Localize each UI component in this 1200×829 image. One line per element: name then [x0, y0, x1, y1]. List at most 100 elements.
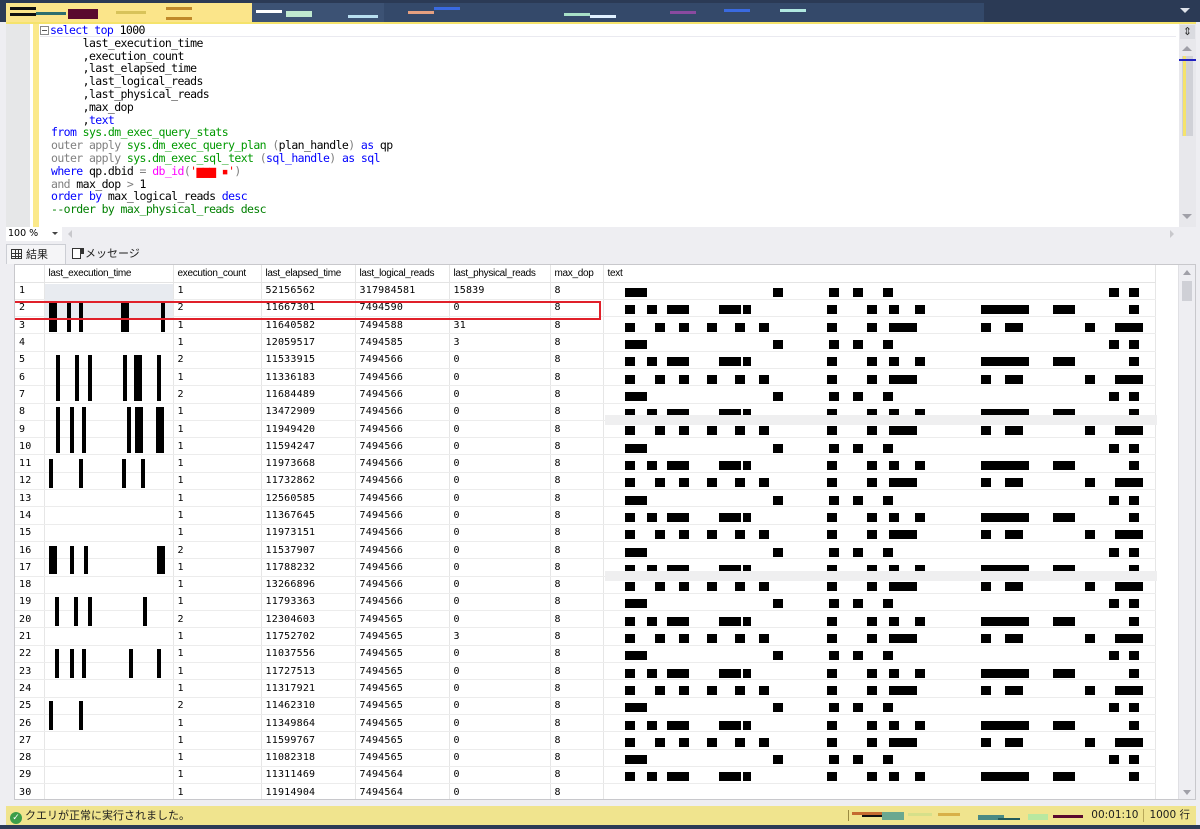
cell-max-dop[interactable]: 8	[550, 472, 604, 491]
scroll-down-icon[interactable]	[1182, 214, 1192, 219]
cell-last-elapsed-time[interactable]: 11752702	[261, 627, 356, 646]
cell-last-physical-reads[interactable]: 0	[449, 351, 551, 369]
row-number[interactable]: 10	[15, 437, 45, 456]
cell-last-logical-reads[interactable]: 7494566	[355, 472, 450, 491]
cell-execution-count[interactable]: 1	[173, 489, 262, 508]
cell-last-logical-reads[interactable]: 7494565	[355, 662, 450, 681]
cell-last-logical-reads[interactable]: 7494565	[355, 627, 450, 646]
cell-last-elapsed-time[interactable]: 11788232	[261, 558, 356, 577]
cell-last-elapsed-time[interactable]: 11727513	[261, 662, 356, 681]
sql-code[interactable]: select top 1000 last_execution_time ,exe…	[40, 24, 1176, 216]
cell-max-dop[interactable]: 8	[550, 714, 604, 733]
cell-last-elapsed-time[interactable]: 11037556	[261, 645, 356, 664]
cell-last-execution-time[interactable]	[44, 576, 174, 594]
cell-max-dop[interactable]: 8	[550, 385, 604, 404]
cell-text[interactable]	[603, 437, 1156, 456]
cell-text[interactable]	[603, 333, 1156, 352]
cell-last-physical-reads[interactable]: 0	[449, 524, 551, 542]
cell-last-elapsed-time[interactable]: 11367645	[261, 506, 356, 525]
cell-max-dop[interactable]: 8	[550, 403, 604, 421]
cell-last-elapsed-time[interactable]: 52156562	[261, 282, 356, 300]
cell-last-elapsed-time[interactable]: 12059517	[261, 333, 356, 352]
cell-last-physical-reads[interactable]: 15839	[449, 282, 551, 300]
cell-execution-count[interactable]: 1	[173, 783, 262, 799]
row-number[interactable]: 5	[15, 351, 45, 369]
column-header-text[interactable]: text	[603, 265, 1156, 283]
cell-last-execution-time[interactable]	[44, 333, 174, 352]
cell-max-dop[interactable]: 8	[550, 541, 604, 560]
cell-execution-count[interactable]: 2	[173, 541, 262, 560]
cell-execution-count[interactable]: 1	[173, 662, 262, 681]
cell-last-logical-reads[interactable]: 7494566	[355, 385, 450, 404]
cell-text[interactable]	[603, 541, 1156, 560]
cell-execution-count[interactable]: 1	[173, 282, 262, 300]
cell-max-dop[interactable]: 8	[550, 662, 604, 681]
cell-text[interactable]	[603, 385, 1156, 404]
cell-last-execution-time[interactable]	[44, 697, 174, 715]
cell-last-physical-reads[interactable]: 0	[449, 299, 551, 318]
row-number[interactable]: 17	[15, 558, 45, 577]
cell-last-physical-reads[interactable]: 0	[449, 749, 551, 767]
column-header-last-elapsed-time[interactable]: last_elapsed_time	[261, 265, 356, 283]
cell-last-physical-reads[interactable]: 0	[449, 420, 551, 439]
cell-last-logical-reads[interactable]: 7494566	[355, 541, 450, 560]
table-row[interactable]: 30 1 11914904 7494564 0 8	[15, 783, 1156, 799]
cell-last-elapsed-time[interactable]: 11949420	[261, 420, 356, 439]
table-row[interactable]: 4 1 12059517 7494585 3 8	[15, 333, 1156, 352]
cell-last-elapsed-time[interactable]: 11317921	[261, 679, 356, 698]
cell-last-execution-time[interactable]	[44, 541, 174, 560]
cell-last-logical-reads[interactable]: 7494566	[355, 437, 450, 456]
column-header-max-dop[interactable]: max_dop	[550, 265, 604, 283]
cell-execution-count[interactable]: 1	[173, 403, 262, 421]
cell-text[interactable]	[603, 697, 1156, 715]
table-row[interactable]: 25 2 11462310 7494565 0 8	[15, 697, 1156, 715]
cell-execution-count[interactable]: 1	[173, 437, 262, 456]
table-row[interactable]: 7 2 11684489 7494566 0 8	[15, 385, 1156, 404]
cell-max-dop[interactable]: 8	[550, 645, 604, 664]
cell-last-elapsed-time[interactable]: 11914904	[261, 783, 356, 799]
row-number[interactable]: 27	[15, 731, 45, 750]
cell-last-execution-time[interactable]	[44, 593, 174, 612]
table-row[interactable]: 16 2 11537907 7494566 0 8	[15, 541, 1156, 560]
cell-text[interactable]	[603, 749, 1156, 767]
cell-last-logical-reads[interactable]: 7494565	[355, 697, 450, 715]
cell-last-physical-reads[interactable]: 0	[449, 783, 551, 799]
column-header-last-physical-reads[interactable]: last_physical_reads	[449, 265, 551, 283]
cell-last-physical-reads[interactable]: 31	[449, 316, 551, 335]
cell-last-logical-reads[interactable]: 7494566	[355, 420, 450, 439]
cell-max-dop[interactable]: 8	[550, 731, 604, 750]
row-number[interactable]: 22	[15, 645, 45, 664]
cell-last-physical-reads[interactable]: 0	[449, 506, 551, 525]
row-number[interactable]: 12	[15, 472, 45, 491]
row-number[interactable]: 23	[15, 662, 45, 681]
cell-last-logical-reads[interactable]: 7494566	[355, 593, 450, 612]
scroll-right-icon[interactable]	[1170, 230, 1174, 238]
cell-execution-count[interactable]: 1	[173, 333, 262, 352]
scroll-down-icon[interactable]	[1183, 790, 1191, 795]
cell-last-execution-time[interactable]	[44, 506, 174, 525]
row-number[interactable]: 9	[15, 420, 45, 439]
cell-last-elapsed-time[interactable]: 11667301	[261, 299, 356, 318]
scroll-thumb[interactable]	[1182, 281, 1192, 301]
cell-last-elapsed-time[interactable]: 12304603	[261, 610, 356, 629]
row-number[interactable]: 28	[15, 749, 45, 767]
cell-last-execution-time[interactable]	[44, 679, 174, 698]
row-number[interactable]: 24	[15, 679, 45, 698]
cell-last-logical-reads[interactable]: 7494564	[355, 766, 450, 785]
scroll-up-icon[interactable]	[1182, 46, 1192, 51]
code-line[interactable]: ,last_logical_reads	[40, 75, 1176, 88]
tab-list-dropdown-icon[interactable]	[1180, 8, 1190, 13]
cell-last-physical-reads[interactable]: 3	[449, 627, 551, 646]
cell-last-logical-reads[interactable]: 7494565	[355, 610, 450, 629]
cell-last-logical-reads[interactable]: 7494565	[355, 731, 450, 750]
cell-max-dop[interactable]: 8	[550, 697, 604, 715]
code-line[interactable]: ,last_elapsed_time	[40, 62, 1176, 75]
code-line[interactable]: ,execution_count	[40, 49, 1176, 63]
cell-last-elapsed-time[interactable]: 11732862	[261, 472, 356, 491]
cell-max-dop[interactable]: 8	[550, 282, 604, 300]
cell-last-physical-reads[interactable]: 0	[449, 576, 551, 594]
grid-vertical-scrollbar[interactable]	[1178, 265, 1195, 799]
column-header-execution-count[interactable]: execution_count	[173, 265, 262, 283]
cell-execution-count[interactable]: 1	[173, 558, 262, 577]
cell-execution-count[interactable]: 1	[173, 420, 262, 439]
